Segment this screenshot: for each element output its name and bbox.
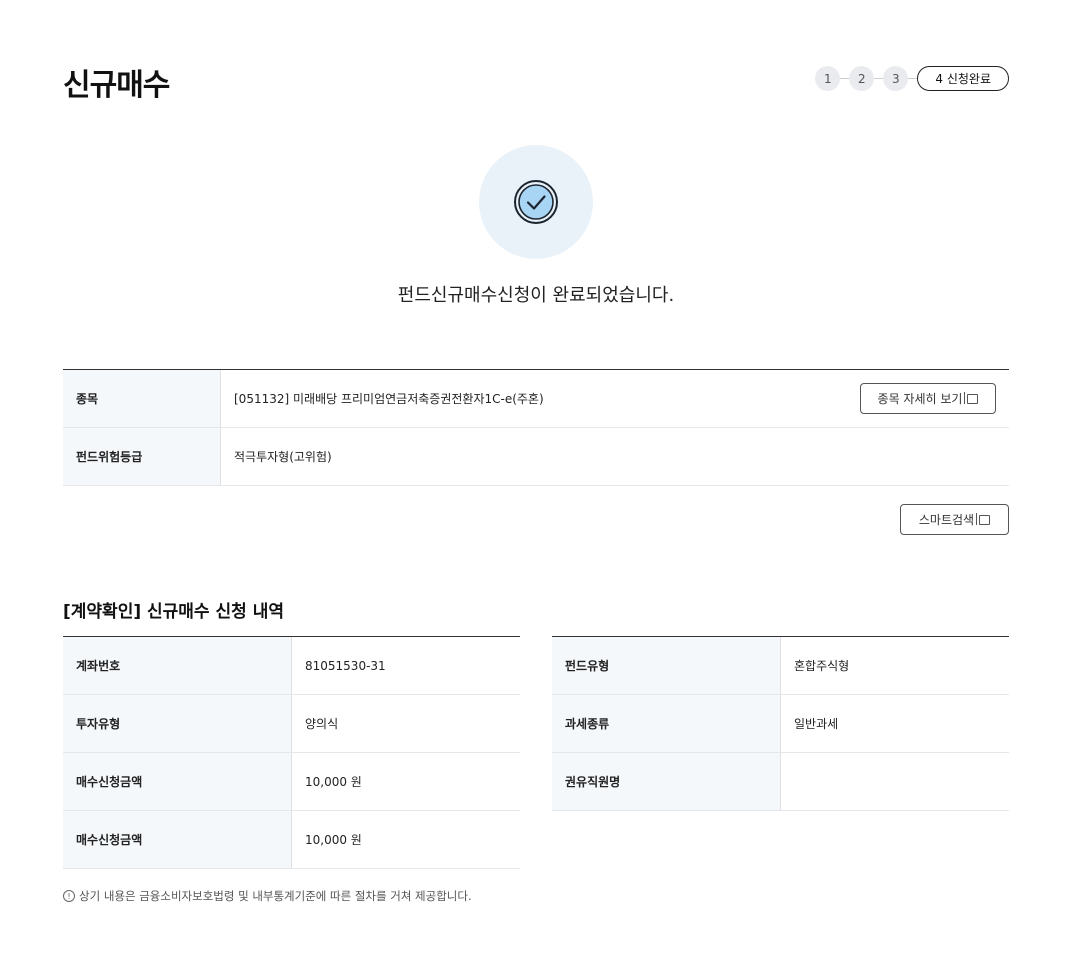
solicitor-name-label: 권유직원명 — [552, 753, 781, 810]
step-connector — [874, 78, 884, 79]
table-row: 투자유형 양의식 — [63, 695, 520, 753]
completion-message: 펀드신규매수신청이 완료되었습니다. — [397, 285, 675, 306]
fund-detail-button[interactable]: 종목 자세히 보기 — [860, 383, 996, 414]
check-circle-icon — [514, 180, 558, 224]
step-connector — [840, 78, 850, 79]
step-3: 3 — [883, 66, 909, 91]
contract-section-title: [계약확인] 신규매수 신청 내역 — [63, 602, 284, 622]
fund-name-value: [051132] 미래배당 프리미엄연금저축증권전환자1C-e(주혼) — [234, 392, 544, 406]
fund-name-cell: [051132] 미래배당 프리미엄연금저축증권전환자1C-e(주혼) 종목 자… — [221, 370, 1009, 427]
contract-table-right: 펀드유형 혼합주식형 과세종류 일반과세 권유직원명 — [552, 636, 1009, 811]
completion-badge — [479, 145, 593, 259]
table-row: 종목 [051132] 미래배당 프리미엄연금저축증권전환자1C-e(주혼) 종… — [63, 370, 1009, 428]
table-row: 과세종류 일반과세 — [552, 695, 1009, 753]
step-2: 2 — [849, 66, 875, 91]
investment-type-value: 양의식 — [305, 717, 339, 731]
purchase-amount-label: 매수신청금액 — [63, 811, 292, 868]
contract-table-left: 계좌번호 81051530-31 투자유형 양의식 매수신청금액 10,000 … — [63, 636, 520, 869]
purchase-amount-label: 매수신청금액 — [63, 753, 292, 810]
tax-type-label: 과세종류 — [552, 695, 781, 752]
risk-grade-label: 펀드위험등급 — [63, 428, 221, 485]
account-number-label: 계좌번호 — [63, 637, 292, 694]
investment-type-label: 투자유형 — [63, 695, 292, 752]
fund-name-label: 종목 — [63, 370, 221, 427]
purchase-amount-value: 10,000 원 — [305, 833, 362, 847]
table-row: 매수신청금액 10,000 원 — [63, 753, 520, 811]
table-row: 펀드유형 혼합주식형 — [552, 637, 1009, 695]
solicitor-name-value — [781, 753, 1009, 810]
notice-message: 상기 내용은 금융소비자보호법령 및 내부통계기준에 따른 절차를 거쳐 제공합… — [79, 889, 472, 903]
table-row: 권유직원명 — [552, 753, 1009, 811]
info-icon: ! — [63, 890, 75, 902]
step-indicator: 1 2 3 4 신청완료 — [815, 66, 1009, 91]
new-window-icon — [976, 512, 991, 525]
table-row: 펀드위험등급 적극투자형(고위험) — [63, 428, 1009, 486]
step-4-current: 4 신청완료 — [917, 66, 1009, 91]
tax-type-value: 일반과세 — [794, 717, 839, 731]
fund-detail-button-label: 종목 자세히 보기 — [877, 392, 963, 406]
smart-search-button[interactable]: 스마트검색 — [900, 504, 1009, 535]
smart-search-button-label: 스마트검색 — [918, 513, 975, 527]
fund-info-table: 종목 [051132] 미래배당 프리미엄연금저축증권전환자1C-e(주혼) 종… — [63, 369, 1009, 486]
fund-type-label: 펀드유형 — [552, 637, 781, 694]
page-title: 신규매수 — [63, 68, 170, 103]
table-row: 매수신청금액 10,000 원 — [63, 811, 520, 869]
risk-grade-value: 적극투자형(고위험) — [234, 450, 332, 464]
new-window-icon — [964, 391, 979, 404]
account-number-value: 81051530-31 — [305, 658, 386, 673]
notice-text: ! 상기 내용은 금융소비자보호법령 및 내부통계기준에 따른 절차를 거쳐 제… — [63, 888, 472, 904]
purchase-amount-value: 10,000 원 — [305, 775, 362, 789]
step-connector — [908, 78, 918, 79]
step-1: 1 — [815, 66, 841, 91]
fund-type-value: 혼합주식형 — [794, 659, 850, 673]
table-row: 계좌번호 81051530-31 — [63, 637, 520, 695]
